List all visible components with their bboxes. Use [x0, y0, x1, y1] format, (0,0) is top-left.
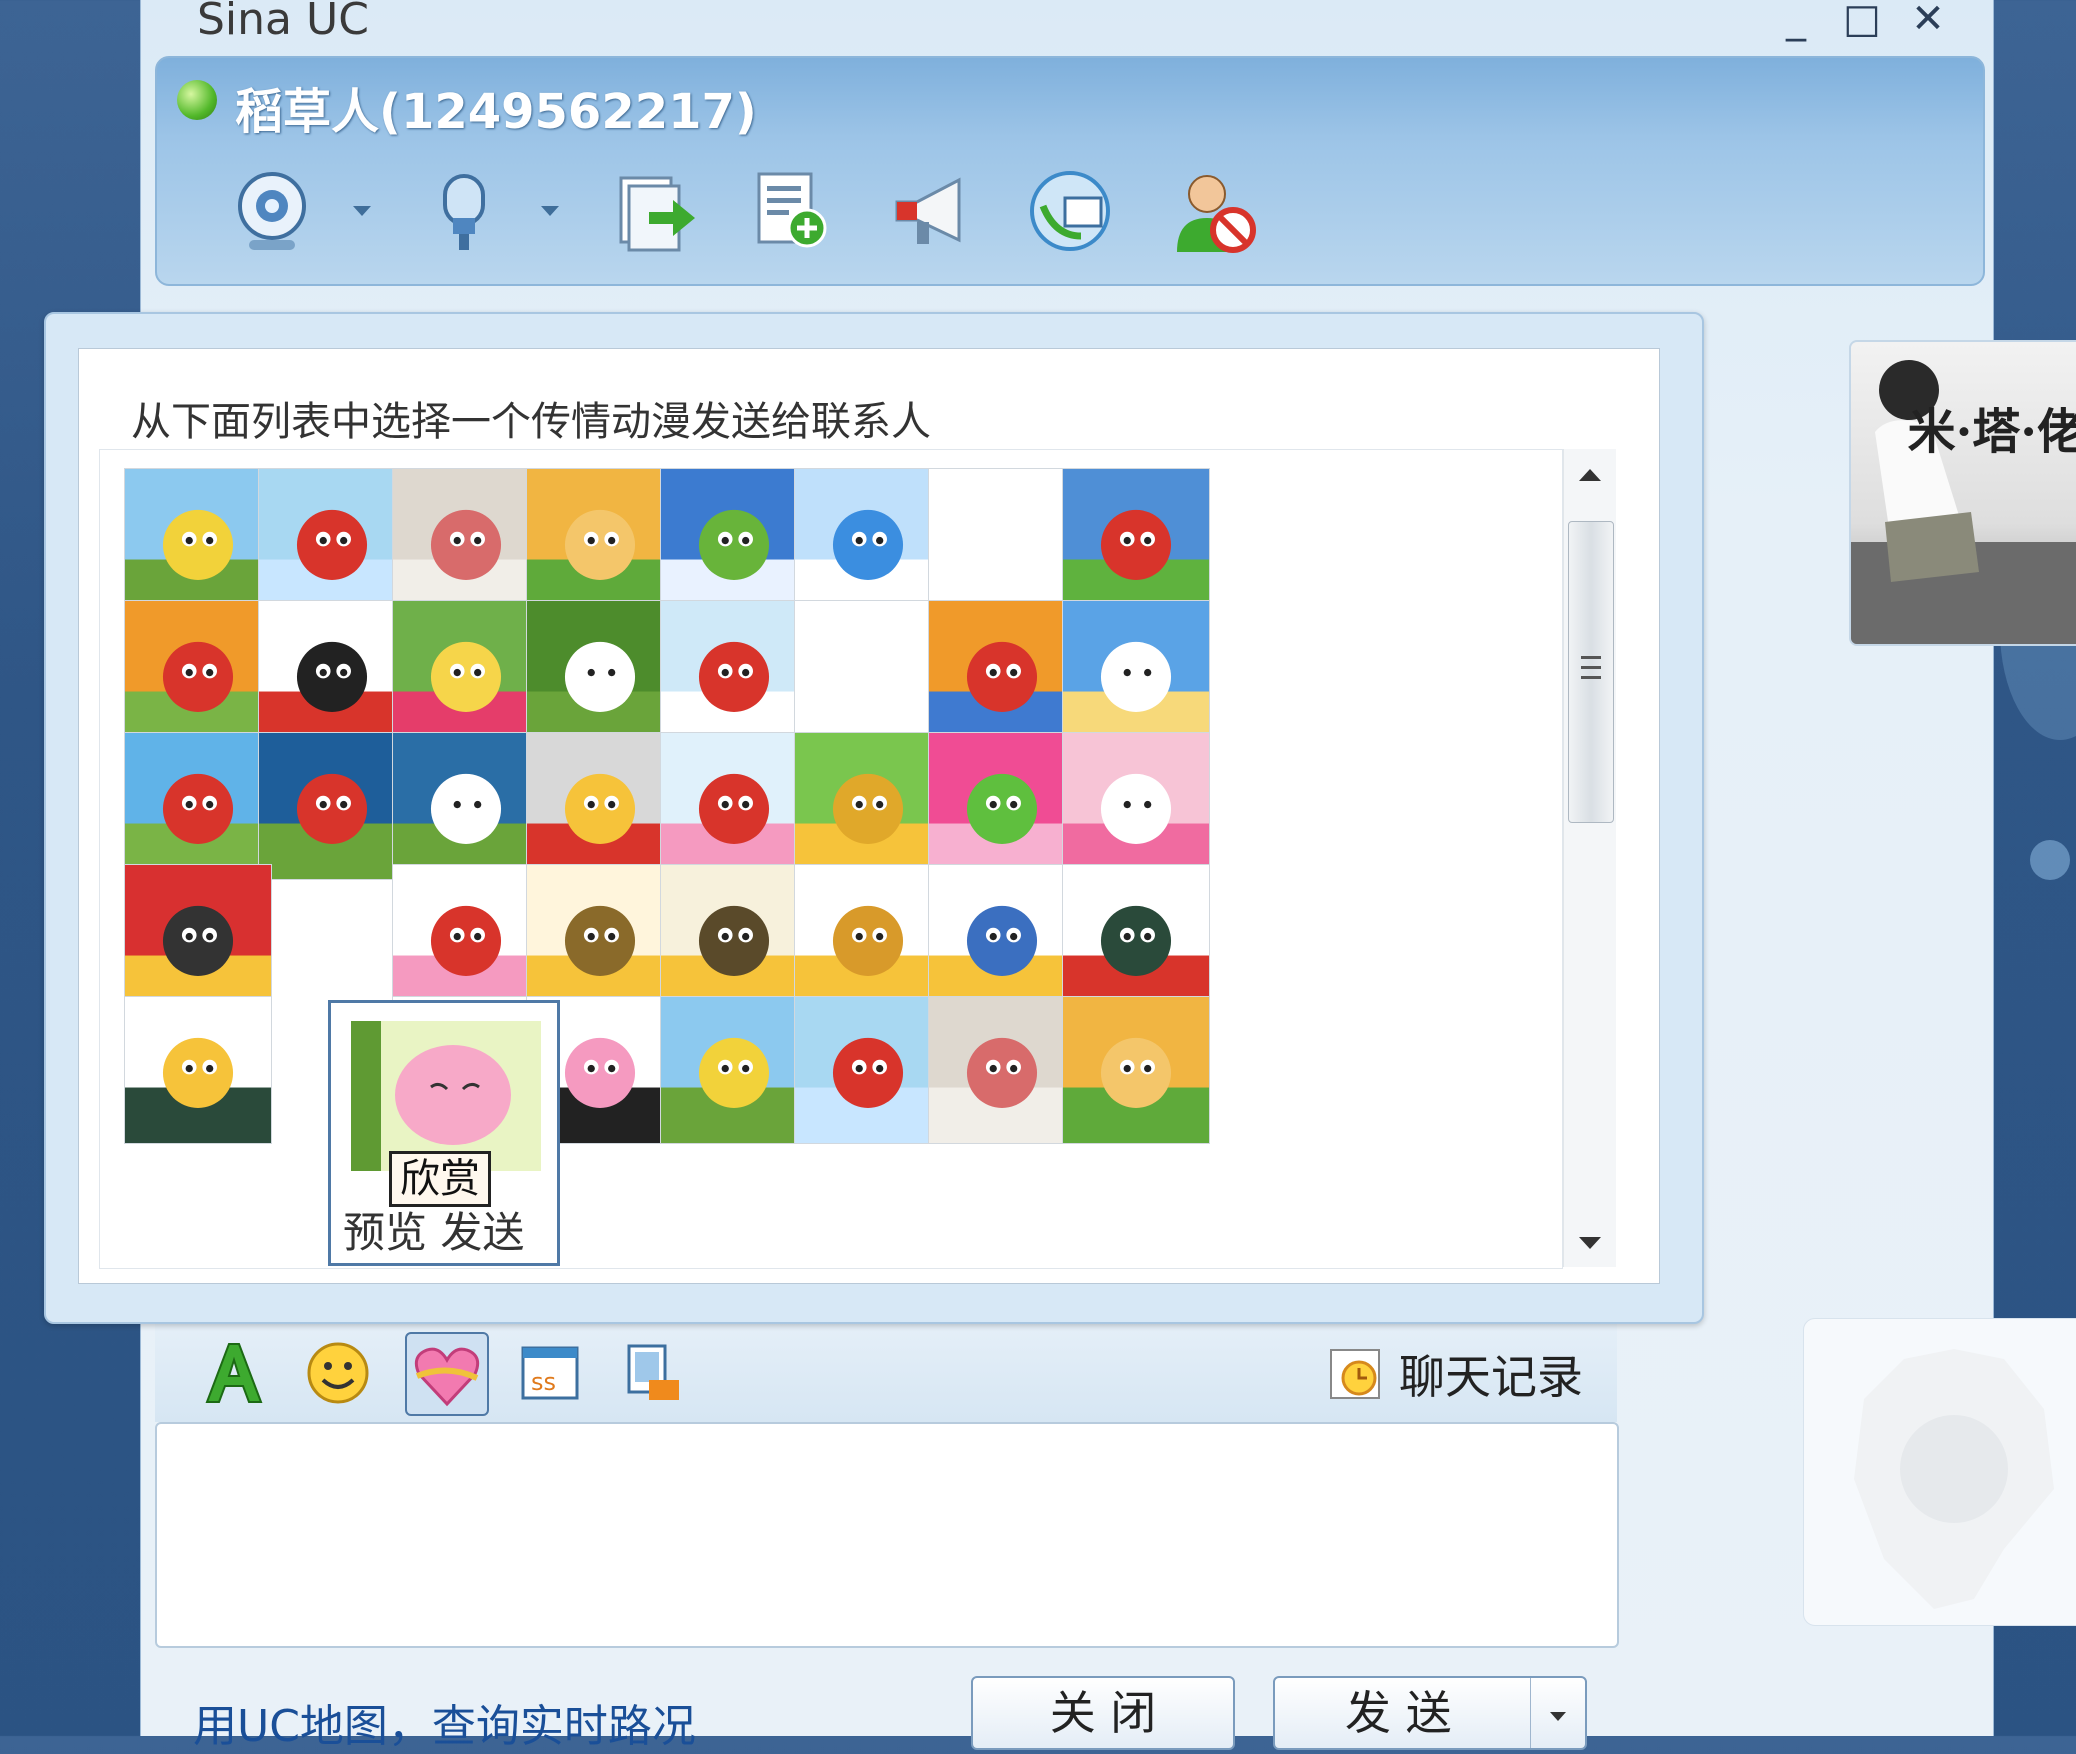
animation-thumbnail[interactable]	[660, 996, 808, 1144]
animation-thumbnail[interactable]	[258, 732, 406, 880]
maximize-icon[interactable]: □	[1839, 0, 1885, 42]
animation-thumbnail[interactable]	[928, 996, 1076, 1144]
chat-history-icon	[1330, 1349, 1380, 1399]
animation-thumbnail[interactable]	[392, 864, 540, 1012]
animation-thumbnail[interactable]	[660, 864, 808, 1012]
animation-thumbnail[interactable]	[794, 732, 942, 880]
animation-thumbnail[interactable]	[526, 864, 674, 1012]
svg-text:ss: ss	[531, 1368, 556, 1396]
send-file-icon[interactable]	[611, 166, 701, 256]
animation-thumbnail[interactable]	[392, 600, 540, 748]
scroll-thumb[interactable]	[1568, 521, 1614, 823]
animation-thumbnail[interactable]	[928, 864, 1076, 1012]
animation-thumbnail[interactable]	[928, 732, 1076, 880]
add-note-icon[interactable]	[749, 166, 839, 256]
window-title: Sina UC	[197, 0, 369, 45]
animation-thumbnail[interactable]	[1062, 600, 1210, 748]
photo-caption: 米·塔·佬	[1907, 404, 2076, 460]
contact-name: 稻草人(1249562217)	[235, 84, 757, 140]
send-label: 发 送	[1345, 1686, 1452, 1740]
animation-thumbnail[interactable]	[1062, 732, 1210, 880]
picker-instruction: 从下面列表中选择一个传情动漫发送给联系人	[131, 399, 931, 445]
animation-thumbnail[interactable]	[1062, 864, 1210, 1012]
animation-thumbnail[interactable]	[124, 600, 272, 748]
animation-thumbnail[interactable]	[794, 996, 942, 1144]
animation-grid: 欣赏 预览 发送	[99, 449, 1563, 1269]
webcam-dropdown-icon[interactable]	[353, 206, 371, 216]
animation-icon[interactable]	[405, 1332, 489, 1416]
animation-thumbnail[interactable]	[124, 468, 272, 616]
animation-picker-panel: 从下面列表中选择一个传情动漫发送给联系人 欣赏 预览 发送	[78, 348, 1660, 1284]
chat-history-button[interactable]: 聊天记录	[1325, 1344, 1583, 1404]
scrawl-icon[interactable]: ss	[517, 1340, 583, 1406]
animation-thumbnail[interactable]	[794, 864, 942, 1012]
animation-thumbnail[interactable]	[794, 600, 942, 748]
preview-send-actions[interactable]: 预览 发送	[343, 1199, 524, 1260]
uc-map-link[interactable]: 用UC地图，查询实时路况	[193, 1690, 696, 1754]
animation-grid-scrollbar[interactable]	[1563, 449, 1616, 1267]
close-window-icon[interactable]: ✕	[1905, 0, 1951, 42]
block-contact-icon[interactable]	[1169, 166, 1259, 256]
animation-thumbnail[interactable]	[392, 732, 540, 880]
animation-thumbnail[interactable]	[660, 468, 808, 616]
close-button[interactable]: 关 闭	[971, 1676, 1235, 1750]
microphone-icon[interactable]	[419, 166, 509, 256]
animation-thumbnail[interactable]	[526, 600, 674, 748]
contact-photo: 米·塔·佬	[1849, 340, 2076, 646]
contact-avatar	[1803, 1318, 2076, 1626]
animation-thumbnail[interactable]	[258, 600, 406, 748]
remote-assist-icon[interactable]	[1025, 166, 1115, 256]
animation-thumbnail[interactable]	[660, 732, 808, 880]
animation-thumbnail[interactable]	[1062, 996, 1210, 1144]
scroll-up-icon[interactable]	[1579, 469, 1601, 481]
minimize-icon[interactable]: _	[1773, 0, 1819, 42]
screenshot-icon[interactable]	[619, 1340, 685, 1406]
emoji-icon[interactable]	[305, 1340, 371, 1406]
animation-thumbnail[interactable]	[124, 732, 272, 880]
animation-picker-popup: 从下面列表中选择一个传情动漫发送给联系人 欣赏 预览 发送	[44, 312, 1704, 1324]
animation-preview-card[interactable]: 欣赏 预览 发送	[328, 1000, 560, 1266]
animation-thumbnail[interactable]	[526, 468, 674, 616]
animation-thumbnail[interactable]	[1062, 468, 1210, 616]
send-button[interactable]: 发 送	[1273, 1676, 1587, 1750]
message-input[interactable]	[155, 1422, 1619, 1648]
send-options-icon[interactable]	[1530, 1678, 1585, 1748]
animation-thumbnail[interactable]	[526, 732, 674, 880]
online-status-icon	[177, 80, 217, 120]
animation-thumbnail[interactable]	[124, 864, 272, 1012]
broadcast-icon[interactable]	[887, 166, 977, 256]
microphone-dropdown-icon[interactable]	[541, 206, 559, 216]
animation-thumbnail[interactable]	[794, 468, 942, 616]
animation-thumbnail[interactable]	[124, 996, 272, 1144]
animation-thumbnail[interactable]	[928, 600, 1076, 748]
font-icon[interactable]	[201, 1340, 267, 1406]
chat-history-label: 聊天记录	[1399, 1350, 1583, 1404]
animation-thumbnail[interactable]	[660, 600, 808, 748]
animation-thumbnail[interactable]	[258, 468, 406, 616]
webcam-icon[interactable]	[227, 166, 317, 256]
animation-thumbnail[interactable]	[392, 468, 540, 616]
chat-header: 稻草人(1249562217)	[155, 56, 1985, 286]
scroll-down-icon[interactable]	[1579, 1237, 1601, 1249]
animation-thumbnail[interactable]	[928, 468, 1076, 616]
input-toolbar: ss 聊天记录	[155, 1322, 1617, 1422]
